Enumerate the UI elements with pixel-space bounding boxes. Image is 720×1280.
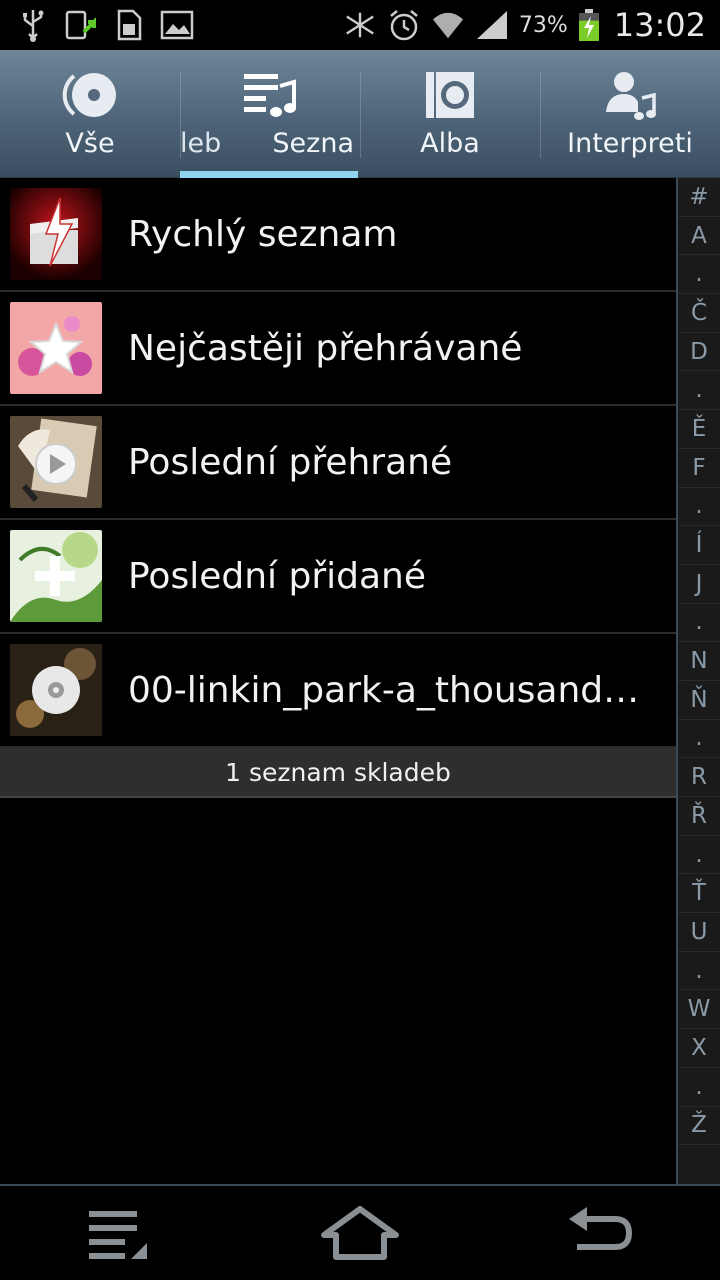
tab-bar: Vše leb Sezna Alba Interpreti xyxy=(0,50,720,178)
tab-all[interactable]: Vše xyxy=(0,50,180,178)
album-icon xyxy=(418,68,482,122)
active-tab-indicator xyxy=(180,171,358,178)
list-item[interactable]: Poslední přehrané xyxy=(0,406,676,520)
list-item-label: Nejčastěji přehrávané xyxy=(128,327,523,369)
linkin-park-thumb xyxy=(10,644,102,736)
list-item[interactable]: Poslední přidané xyxy=(0,520,676,634)
index-letter[interactable]: # xyxy=(678,178,720,217)
alphabet-index[interactable]: # A. Č D. Ě F. Í J. N Ň. R Ř. Ť U. W X. Ž xyxy=(676,178,720,1184)
list-item-label: Poslední přidané xyxy=(128,555,427,597)
tab-playlists-label: leb Sezna xyxy=(180,128,360,159)
index-letter[interactable]: N xyxy=(678,642,720,681)
recently-played-thumb xyxy=(10,416,102,508)
navigation-bar xyxy=(0,1184,720,1280)
list-item-label: Rychlý seznam xyxy=(128,213,398,255)
playlist-icon xyxy=(238,68,302,122)
back-icon xyxy=(569,1207,633,1250)
index-letter[interactable]: Ě xyxy=(678,410,720,449)
tab-artists[interactable]: Interpreti xyxy=(540,50,720,178)
menu-icon xyxy=(89,1211,147,1259)
index-letter[interactable]: Ř xyxy=(678,797,720,836)
index-letter[interactable]: D xyxy=(678,333,720,372)
index-letter[interactable]: . xyxy=(678,371,720,411)
index-letter[interactable]: . xyxy=(678,255,720,295)
most-played-thumb xyxy=(10,302,102,394)
index-letter[interactable]: R xyxy=(678,758,720,797)
index-letter[interactable]: . xyxy=(678,604,720,643)
back-button[interactable] xyxy=(540,1193,660,1273)
index-letter[interactable]: Í xyxy=(678,526,720,565)
index-letter[interactable]: W xyxy=(678,990,720,1030)
disc-icon xyxy=(58,68,122,122)
tab-playlists-label-left: leb xyxy=(180,128,222,159)
image-icon xyxy=(160,8,194,42)
index-letter[interactable]: X xyxy=(678,1029,720,1068)
index-letter[interactable]: . xyxy=(678,488,720,527)
recently-added-thumb xyxy=(10,530,102,622)
home-icon xyxy=(321,1206,399,1260)
tab-albums[interactable]: Alba xyxy=(360,50,540,178)
index-letter[interactable]: . xyxy=(678,720,720,759)
home-button[interactable] xyxy=(300,1193,420,1273)
tab-all-label: Vše xyxy=(65,128,115,159)
list-item-label: Poslední přehrané xyxy=(128,441,453,483)
list-item[interactable]: 00-linkin_park-a_thousand_suns xyxy=(0,634,676,748)
index-letter[interactable]: Č xyxy=(678,294,720,333)
signal-icon xyxy=(475,8,509,42)
quick-list-thumb xyxy=(10,188,102,280)
playlist-list: Rychlý seznam Nejčastěji přehrávané Posl… xyxy=(0,178,676,798)
status-bar: 73% 13:02 xyxy=(0,0,720,50)
battery-percent: 73% xyxy=(518,12,568,38)
sd-card-icon xyxy=(112,8,146,42)
tab-playlists-label-right: Sezna xyxy=(272,128,354,159)
index-letter[interactable]: Ž xyxy=(678,1107,720,1146)
no-signal-icon xyxy=(343,8,377,42)
index-letter[interactable]: . xyxy=(678,836,720,875)
index-letter[interactable]: . xyxy=(678,1068,720,1107)
playlist-count: 1 seznam skladeb xyxy=(0,748,676,798)
index-letter[interactable]: Ť xyxy=(678,874,720,914)
device-update-icon xyxy=(64,8,98,42)
wifi-icon xyxy=(431,8,465,42)
list-item[interactable]: Nejčastěji přehrávané xyxy=(0,292,676,406)
usb-icon xyxy=(16,8,50,42)
artist-icon xyxy=(598,68,662,122)
index-letter[interactable]: F xyxy=(678,449,720,488)
tab-artists-label: Interpreti xyxy=(567,128,693,159)
index-letter[interactable]: U xyxy=(678,913,720,952)
menu-button[interactable] xyxy=(60,1193,180,1273)
index-letter[interactable]: A xyxy=(678,217,720,256)
index-letter[interactable]: J xyxy=(678,565,720,604)
index-letter[interactable]: Ň xyxy=(678,681,720,720)
list-item[interactable]: Rychlý seznam xyxy=(0,178,676,292)
list-item-label: 00-linkin_park-a_thousand_suns xyxy=(128,669,654,711)
clock: 13:02 xyxy=(613,6,706,44)
tab-playlists[interactable]: leb Sezna xyxy=(180,50,360,178)
tab-albums-label: Alba xyxy=(420,128,480,159)
alarm-icon xyxy=(387,8,421,42)
battery-charging-icon xyxy=(578,8,600,42)
index-letter[interactable]: . xyxy=(678,952,720,991)
